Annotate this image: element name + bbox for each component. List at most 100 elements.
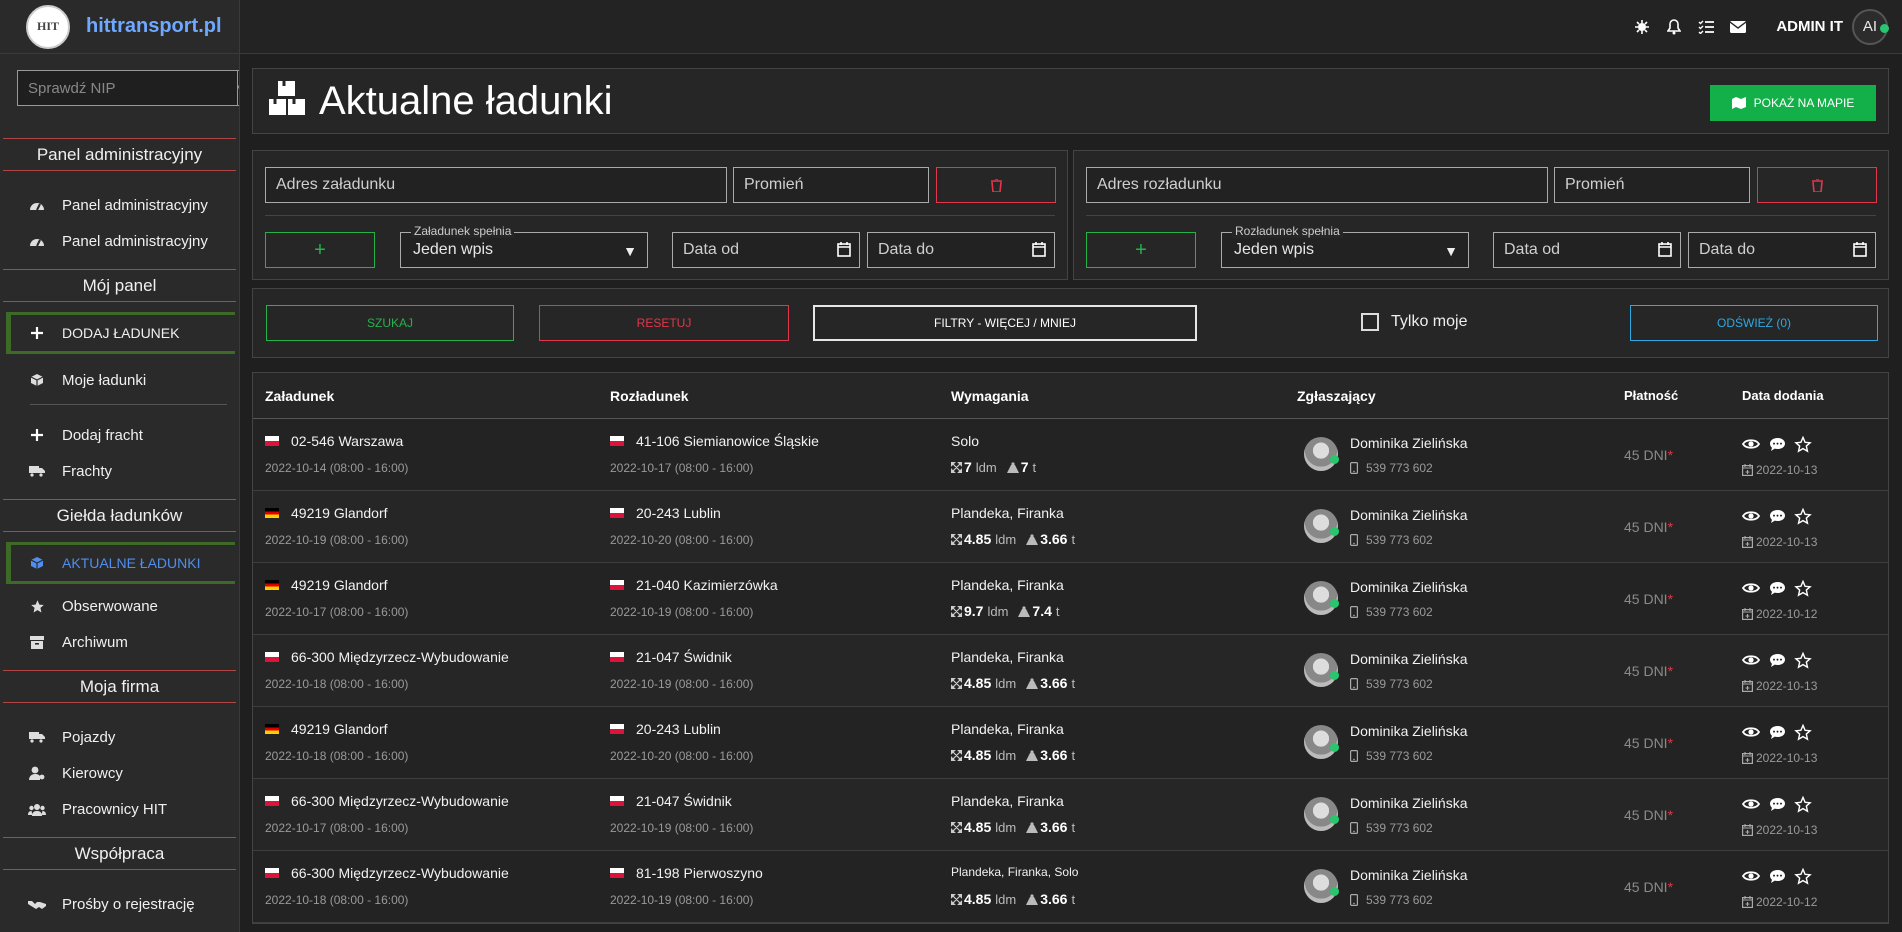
reporter-name[interactable]: Dominika Zielińska bbox=[1350, 867, 1467, 883]
col-loading[interactable]: Załadunek bbox=[265, 388, 334, 404]
reporter-phone[interactable]: 539 773 602 bbox=[1350, 749, 1433, 763]
sidebar-item-my-loads[interactable]: Moje ładunki bbox=[0, 362, 239, 398]
loading-radius-input[interactable]: Promień bbox=[733, 167, 929, 203]
reporter-avatar[interactable] bbox=[1304, 797, 1338, 831]
star-icon[interactable] bbox=[1794, 795, 1812, 813]
sidebar-item-add-freight[interactable]: Dodaj fracht bbox=[0, 417, 239, 453]
unloading-match-select[interactable]: Rozładunek spełnia Jeden wpis ▼ bbox=[1221, 224, 1469, 268]
reporter-phone[interactable]: 539 773 602 bbox=[1350, 533, 1433, 547]
star-icon[interactable] bbox=[1794, 867, 1812, 885]
reporter-name[interactable]: Dominika Zielińska bbox=[1350, 507, 1467, 523]
reporter-avatar[interactable] bbox=[1304, 509, 1338, 543]
loading-clear-button[interactable] bbox=[936, 167, 1056, 203]
loading-match-select[interactable]: Załadunek spełnia Jeden wpis ▼ bbox=[400, 224, 648, 268]
sidebar-item-registration-requests[interactable]: Prośby o rejestrację bbox=[0, 886, 239, 922]
only-mine-checkbox[interactable] bbox=[1361, 313, 1379, 331]
star-icon[interactable] bbox=[1794, 651, 1812, 669]
eye-icon[interactable] bbox=[1742, 795, 1760, 813]
calendar-icon[interactable] bbox=[1658, 242, 1672, 257]
comment-icon[interactable] bbox=[1768, 435, 1786, 453]
calendar-icon[interactable] bbox=[837, 242, 851, 257]
reporter-name[interactable]: Dominika Zielińska bbox=[1350, 723, 1467, 739]
calendar-icon[interactable] bbox=[1853, 242, 1867, 257]
comment-icon[interactable] bbox=[1768, 651, 1786, 669]
eye-icon[interactable] bbox=[1742, 651, 1760, 669]
reporter-avatar[interactable] bbox=[1304, 725, 1338, 759]
eye-icon[interactable] bbox=[1742, 579, 1760, 597]
reporter-avatar[interactable] bbox=[1304, 581, 1338, 615]
sidebar-item-add-load[interactable]: DODAJ ŁADUNEK bbox=[6, 312, 235, 354]
brand[interactable]: HIT hittransport.pl bbox=[0, 0, 239, 54]
user-avatar[interactable]: AI bbox=[1852, 8, 1889, 45]
star-icon[interactable] bbox=[1794, 435, 1812, 453]
reporter-phone[interactable]: 539 773 602 bbox=[1350, 605, 1433, 619]
reporter-name[interactable]: Dominika Zielińska bbox=[1350, 795, 1467, 811]
sidebar-item-employees[interactable]: Pracownicy HIT bbox=[0, 791, 239, 827]
sidebar-item-vehicles[interactable]: Pojazdy bbox=[0, 719, 239, 755]
tasks-icon[interactable] bbox=[1698, 19, 1715, 35]
toggle-filters-button[interactable]: FILTRY - WIĘCEJ / MNIEJ bbox=[813, 305, 1197, 341]
table-row[interactable]: 66-300 Międzyrzecz-Wybudowanie 2022-10-1… bbox=[253, 779, 1888, 851]
comment-icon[interactable] bbox=[1768, 867, 1786, 885]
bug-icon[interactable] bbox=[1634, 19, 1650, 35]
comment-icon[interactable] bbox=[1768, 579, 1786, 597]
unloading-radius-input[interactable]: Promień bbox=[1554, 167, 1750, 203]
reporter-name[interactable]: Dominika Zielińska bbox=[1350, 435, 1467, 451]
eye-icon[interactable] bbox=[1742, 723, 1760, 741]
table-row[interactable]: 49219 Glandorf 2022-10-19 (08:00 - 16:00… bbox=[253, 491, 1888, 563]
table-row[interactable]: 49219 Glandorf 2022-10-17 (08:00 - 16:00… bbox=[253, 563, 1888, 635]
sidebar-item-watched[interactable]: Obserwowane bbox=[0, 588, 239, 624]
search-button[interactable]: SZUKAJ bbox=[266, 305, 514, 341]
comment-icon[interactable] bbox=[1768, 723, 1786, 741]
table-row[interactable]: 66-300 Międzyrzecz-Wybudowanie 2022-10-1… bbox=[253, 635, 1888, 707]
reporter-phone[interactable]: 539 773 602 bbox=[1350, 821, 1433, 835]
unloading-date-from[interactable]: Data od bbox=[1493, 232, 1681, 268]
star-icon[interactable] bbox=[1794, 507, 1812, 525]
unloading-add-button[interactable]: + bbox=[1086, 232, 1196, 268]
unloading-address-input[interactable]: Adres rozładunku bbox=[1086, 167, 1548, 203]
refresh-button[interactable]: ODŚWIEŻ (0) bbox=[1630, 305, 1878, 341]
eye-icon[interactable] bbox=[1742, 435, 1760, 453]
eye-icon[interactable] bbox=[1742, 867, 1760, 885]
comment-icon[interactable] bbox=[1768, 507, 1786, 525]
star-icon[interactable] bbox=[1794, 723, 1812, 741]
col-reporter[interactable]: Zgłaszający bbox=[1297, 388, 1376, 404]
reporter-name[interactable]: Dominika Zielińska bbox=[1350, 579, 1467, 595]
table-row[interactable]: 02-546 Warszawa 2022-10-14 (08:00 - 16:0… bbox=[253, 419, 1888, 491]
nip-search-button[interactable] bbox=[237, 70, 239, 106]
sidebar-item-drivers[interactable]: Kierowcy bbox=[0, 755, 239, 791]
table-row[interactable]: 49219 Glandorf 2022-10-18 (08:00 - 16:00… bbox=[253, 707, 1888, 779]
col-unloading[interactable]: Rozładunek bbox=[610, 388, 689, 404]
loading-add-button[interactable]: + bbox=[265, 232, 375, 268]
col-requirements[interactable]: Wymagania bbox=[951, 388, 1029, 404]
reporter-avatar[interactable] bbox=[1304, 653, 1338, 687]
reporter-avatar[interactable] bbox=[1304, 437, 1338, 471]
loading-date-to[interactable]: Data do bbox=[867, 232, 1055, 268]
sidebar-item-freights[interactable]: Frachty bbox=[0, 453, 239, 489]
sidebar-item-admin-panel-2[interactable]: Panel administracyjny bbox=[0, 223, 239, 259]
reporter-phone[interactable]: 539 773 602 bbox=[1350, 677, 1433, 691]
admin-name[interactable]: ADMIN IT bbox=[1776, 18, 1843, 35]
eye-icon[interactable] bbox=[1742, 507, 1760, 525]
brand-name[interactable]: hittransport.pl bbox=[86, 15, 222, 38]
calendar-icon[interactable] bbox=[1032, 242, 1046, 257]
comment-icon[interactable] bbox=[1768, 795, 1786, 813]
envelope-icon[interactable] bbox=[1730, 19, 1747, 35]
loading-date-from[interactable]: Data od bbox=[672, 232, 860, 268]
sidebar-item-admin-panel-1[interactable]: Panel administracyjny bbox=[0, 187, 239, 223]
sidebar-item-current-loads[interactable]: AKTUALNE ŁADUNKI bbox=[6, 542, 235, 584]
bell-icon[interactable] bbox=[1666, 18, 1682, 35]
unloading-clear-button[interactable] bbox=[1757, 167, 1877, 203]
reset-button[interactable]: RESETUJ bbox=[539, 305, 789, 341]
col-payment[interactable]: Płatność bbox=[1624, 388, 1678, 403]
reporter-name[interactable]: Dominika Zielińska bbox=[1350, 651, 1467, 667]
show-on-map-button[interactable]: POKAŻ NA MAPIE bbox=[1710, 85, 1876, 121]
table-row[interactable]: 66-300 Międzyrzecz-Wybudowanie 2022-10-1… bbox=[253, 851, 1888, 923]
only-mine-toggle[interactable]: Tylko moje bbox=[1361, 313, 1467, 331]
nip-input[interactable] bbox=[17, 70, 237, 106]
col-date-added[interactable]: Data dodania bbox=[1742, 388, 1824, 403]
star-icon[interactable] bbox=[1794, 579, 1812, 597]
reporter-phone[interactable]: 539 773 602 bbox=[1350, 893, 1433, 907]
reporter-avatar[interactable] bbox=[1304, 869, 1338, 903]
unloading-date-to[interactable]: Data do bbox=[1688, 232, 1876, 268]
